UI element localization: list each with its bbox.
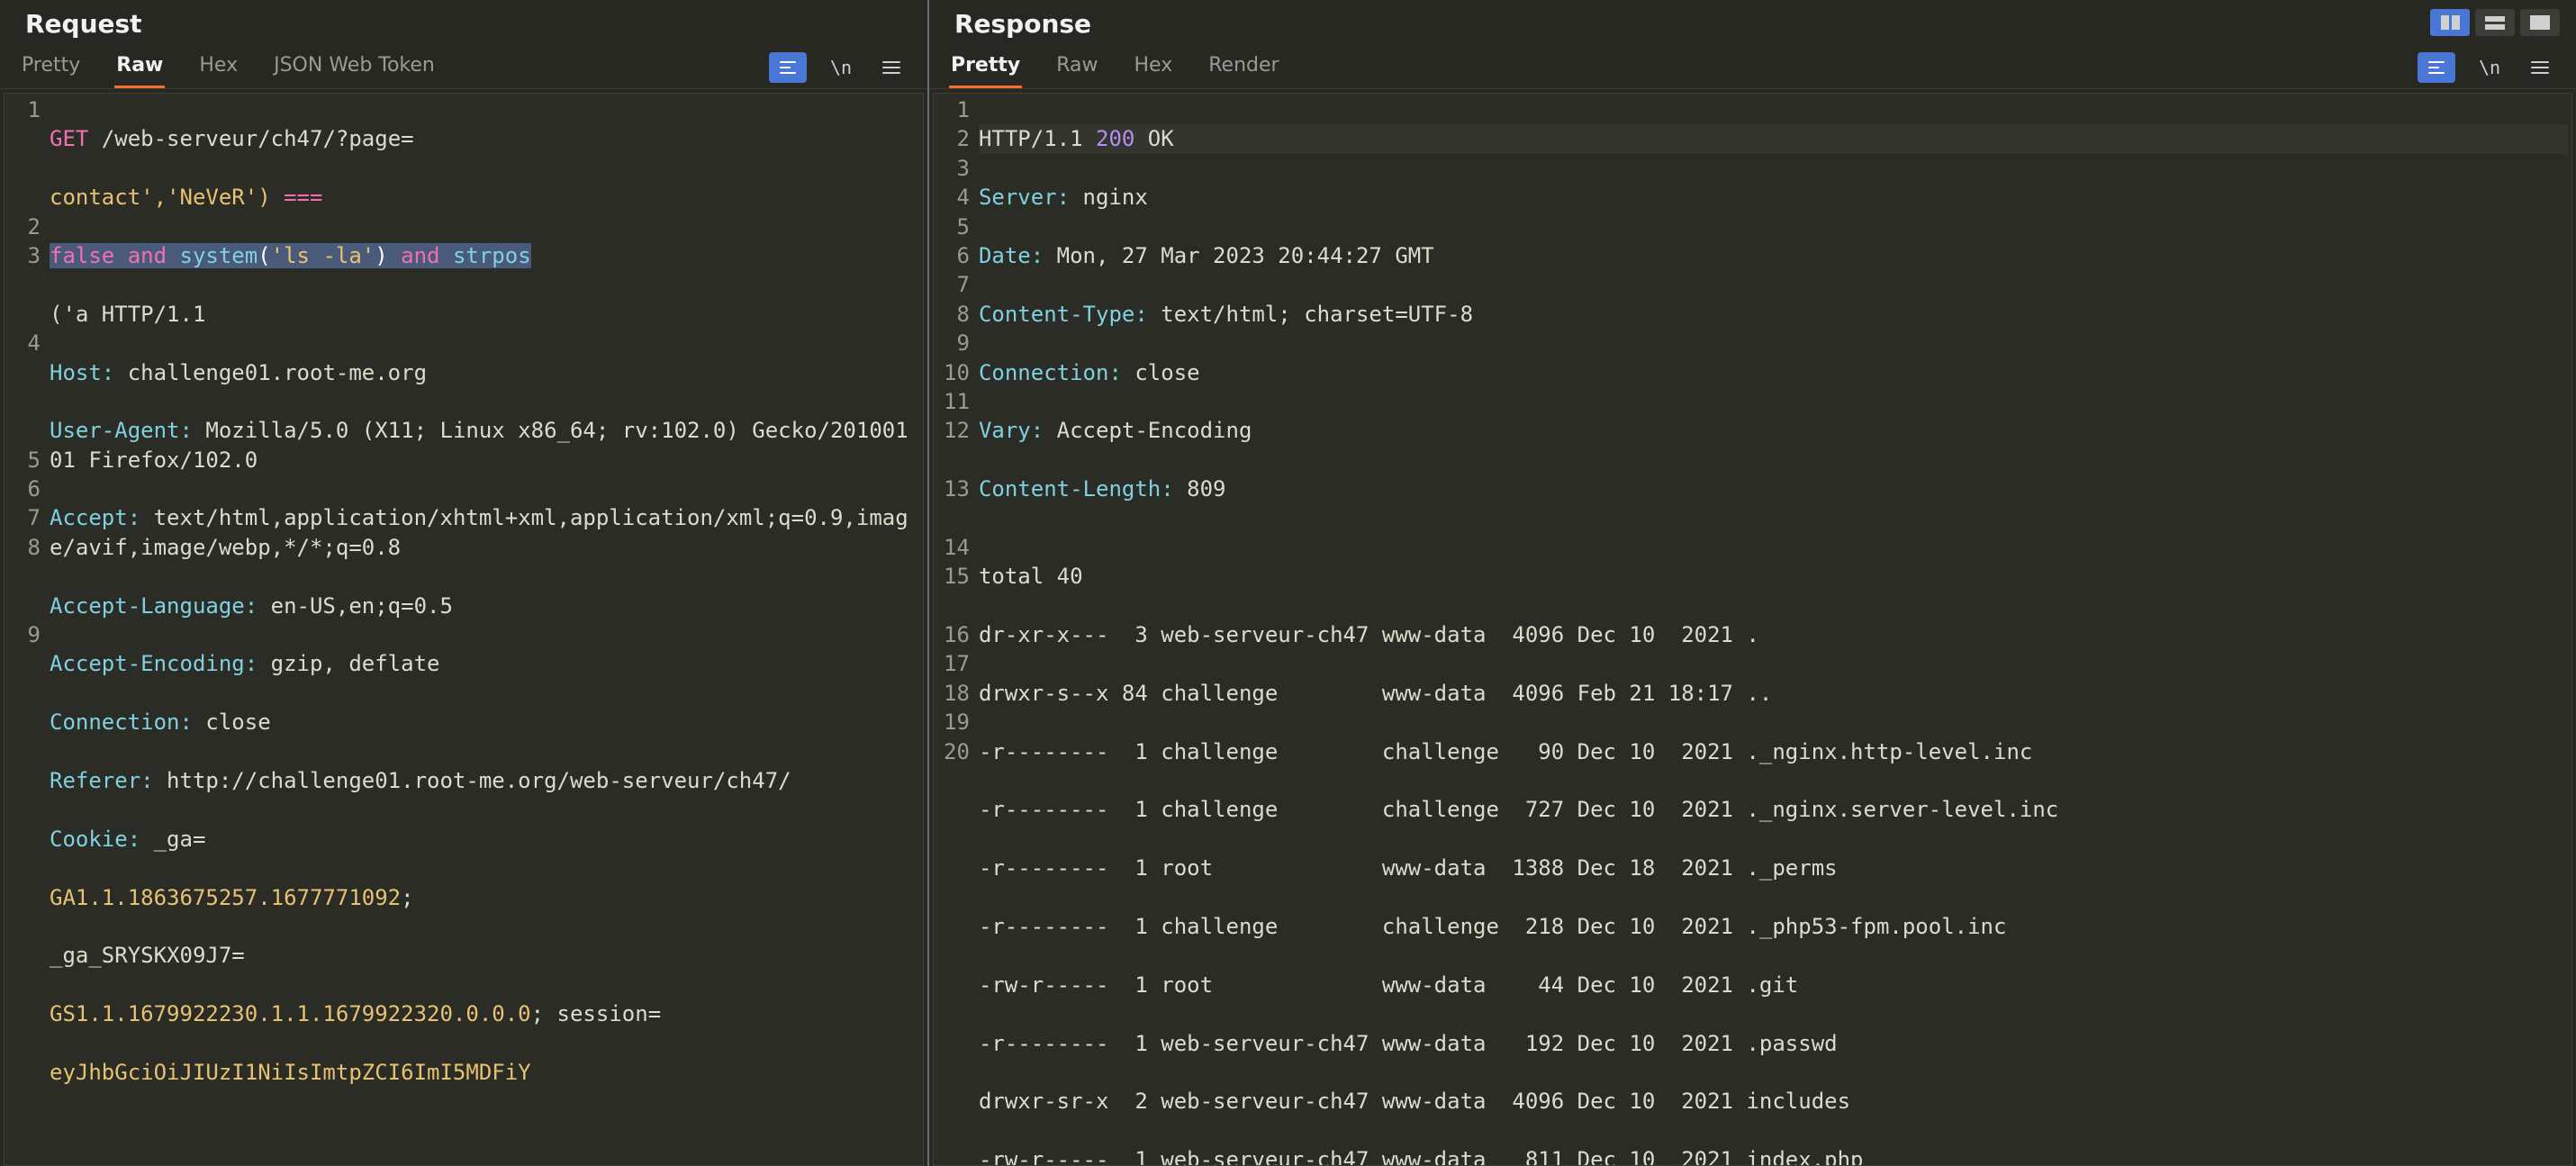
- view-stacked-icon[interactable]: [2475, 9, 2515, 36]
- hdr-connection: Connection:: [979, 360, 1122, 385]
- body-line: total 40: [979, 562, 2568, 591]
- view-single-icon[interactable]: [2520, 9, 2560, 36]
- hdr-vary: Vary:: [979, 418, 1044, 443]
- body-line: -r-------- 1 root www-data 1388 Dec 18 2…: [979, 854, 2568, 882]
- app-root: Request Pretty Raw Hex JSON Web Token \n…: [0, 0, 2576, 1166]
- hdr-referer: Referer:: [50, 768, 154, 793]
- body-line: -r-------- 1 challenge challenge 727 Dec…: [979, 795, 2568, 824]
- wrap-toggle-icon[interactable]: \n: [2473, 52, 2506, 83]
- hdr-accept-language: Accept-Language:: [50, 593, 258, 619]
- hdr-accept-encoding: Accept-Encoding:: [50, 651, 258, 676]
- tab-request-raw[interactable]: Raw: [114, 47, 165, 88]
- hdr-server: Server:: [979, 185, 1070, 210]
- tab-request-jwt[interactable]: JSON Web Token: [272, 47, 437, 88]
- tab-response-raw[interactable]: Raw: [1054, 47, 1099, 88]
- tab-response-render[interactable]: Render: [1207, 47, 1280, 88]
- status-line: HTTP/1.1 200 OK: [979, 124, 2568, 153]
- response-toolbar: \n: [2418, 52, 2556, 83]
- hdr-accept: Accept:: [50, 505, 140, 530]
- body-line: -r-------- 1 challenge challenge 218 Dec…: [979, 912, 2568, 941]
- hdr-content-type: Content-Type:: [979, 302, 1148, 327]
- tab-request-hex[interactable]: Hex: [197, 47, 240, 88]
- request-gutter: 1 2 3 4 5 6 7 8 9: [5, 94, 48, 1165]
- tab-response-pretty[interactable]: Pretty: [949, 47, 1022, 88]
- hdr-cookie: Cookie:: [50, 827, 140, 852]
- request-toolbar: \n: [769, 52, 908, 83]
- response-tablist: Pretty Raw Hex Render: [949, 47, 1281, 88]
- request-code[interactable]: GET /web-serveur/ch47/?page= contact','N…: [48, 94, 923, 1165]
- wrap-toggle-icon[interactable]: \n: [825, 52, 857, 83]
- request-panel-title: Request: [0, 0, 927, 46]
- hamburger-menu-icon[interactable]: [2524, 52, 2556, 83]
- response-tabbar: Pretty Raw Hex Render \n: [929, 46, 2576, 89]
- hdr-host: Host:: [50, 360, 114, 385]
- layout-view-toggles: [2430, 0, 2576, 36]
- response-gutter: 123456789101112 13 1415 1617181920: [934, 94, 977, 1165]
- body-line: -rw-r----- 1 web-serveur-ch47 www-data 8…: [979, 1145, 2568, 1165]
- beautify-icon[interactable]: [2418, 52, 2455, 83]
- beautify-icon[interactable]: [769, 52, 807, 83]
- hdr-connection: Connection:: [50, 710, 193, 735]
- hdr-user-agent: User-Agent:: [50, 418, 193, 443]
- response-code[interactable]: HTTP/1.1 200 OK Server: nginx Date: Mon,…: [977, 94, 2571, 1165]
- body-line: -r-------- 1 challenge challenge 90 Dec …: [979, 737, 2568, 766]
- response-editor[interactable]: 123456789101112 13 1415 1617181920 HTTP/…: [933, 93, 2572, 1166]
- body-line: -rw-r----- 1 root www-data 44 Dec 10 202…: [979, 971, 2568, 999]
- body-line: -r-------- 1 web-serveur-ch47 www-data 1…: [979, 1029, 2568, 1058]
- response-panel-title: Response: [929, 0, 2430, 46]
- tab-request-pretty[interactable]: Pretty: [20, 47, 82, 88]
- view-side-by-side-icon[interactable]: [2430, 9, 2470, 36]
- request-tablist: Pretty Raw Hex JSON Web Token: [20, 47, 437, 88]
- body-line: dr-xr-x--- 3 web-serveur-ch47 www-data 4…: [979, 620, 2568, 649]
- request-editor[interactable]: 1 2 3 4 5 6 7 8 9 GET /web-serveur/ch47/…: [4, 93, 924, 1166]
- body-line: drwxr-sr-x 2 web-serveur-ch47 www-data 4…: [979, 1087, 2568, 1116]
- http-method: GET: [50, 126, 88, 151]
- request-tabbar: Pretty Raw Hex JSON Web Token \n: [0, 46, 927, 89]
- hdr-date: Date:: [979, 243, 1044, 268]
- body-line: drwxr-s--x 84 challenge www-data 4096 Fe…: [979, 679, 2568, 708]
- response-panel: Response Pretty Raw Hex Render: [929, 0, 2576, 1166]
- hdr-content-length: Content-Length:: [979, 476, 1174, 502]
- request-panel: Request Pretty Raw Hex JSON Web Token \n…: [0, 0, 927, 1166]
- tab-response-hex[interactable]: Hex: [1133, 47, 1175, 88]
- hamburger-menu-icon[interactable]: [875, 52, 908, 83]
